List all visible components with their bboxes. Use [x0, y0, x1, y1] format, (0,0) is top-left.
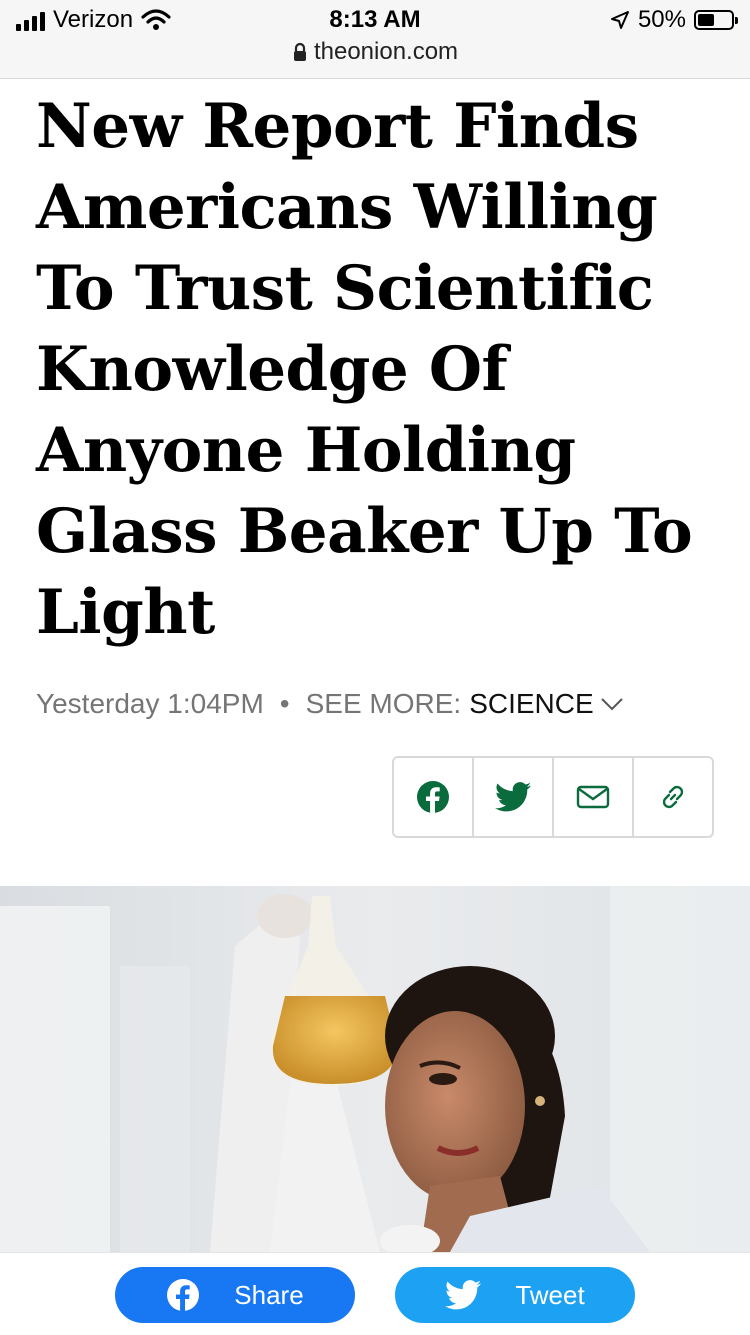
twitter-icon — [445, 1280, 482, 1310]
bottom-share-bar: Share Tweet — [0, 1252, 750, 1335]
url-text: theonion.com — [313, 38, 459, 65]
twitter-share-label: Tweet — [515, 1279, 585, 1310]
link-icon — [662, 785, 684, 809]
meta-separator: • — [279, 688, 290, 719]
facebook-icon — [417, 781, 449, 814]
status-bar: Verizon 8:13 AM 50% theonion.com — [0, 0, 750, 79]
share-toolbar — [392, 756, 714, 838]
facebook-icon — [166, 1278, 200, 1312]
status-right: 50% — [610, 6, 738, 34]
battery-percent: 50% — [637, 6, 686, 33]
facebook-share-button[interactable] — [394, 758, 474, 836]
facebook-share-label: Share — [234, 1279, 304, 1310]
email-share-button[interactable] — [554, 758, 634, 836]
article-hero-image — [0, 886, 750, 1252]
twitter-share-button[interactable] — [474, 758, 554, 836]
mail-icon — [576, 785, 610, 809]
location-arrow-icon — [610, 11, 629, 29]
category-link[interactable]: SCIENCE — [469, 688, 593, 720]
twitter-icon — [495, 782, 531, 812]
battery-icon — [694, 10, 738, 30]
url-bar[interactable]: theonion.com — [0, 38, 750, 66]
chevron-down-icon[interactable] — [600, 696, 624, 712]
copy-link-button[interactable] — [634, 758, 712, 836]
see-more-label: SEE MORE: — [305, 688, 462, 719]
article-timestamp: Yesterday 1:04PM — [36, 688, 264, 719]
lock-icon — [293, 42, 306, 61]
article-headline: New Report Finds Americans Willing To Tr… — [36, 91, 693, 648]
article-meta: Yesterday 1:04PM • SEE MORE: SCIENCE — [36, 688, 624, 720]
twitter-share-pill[interactable]: Tweet — [395, 1267, 635, 1323]
facebook-share-pill[interactable]: Share — [115, 1267, 355, 1323]
